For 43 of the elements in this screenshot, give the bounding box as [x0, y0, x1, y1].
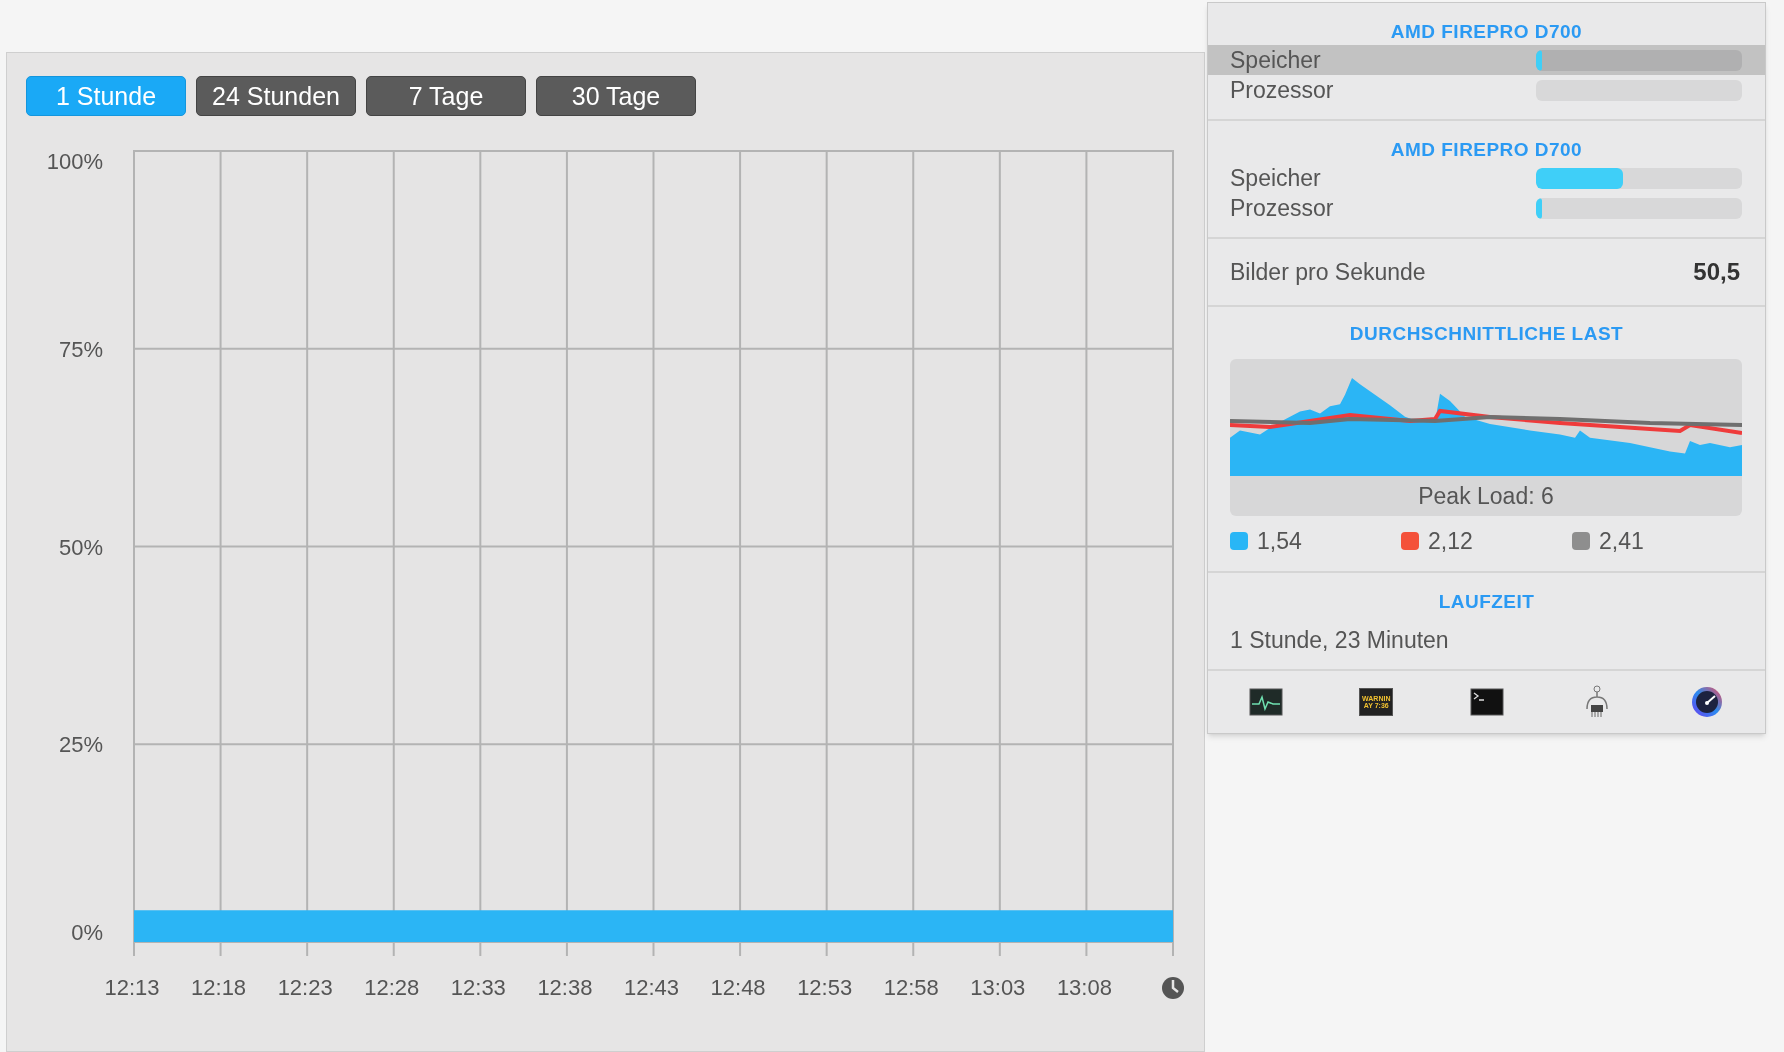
- x-axis-label: 13:08: [1056, 975, 1112, 1000]
- usage-label: Speicher: [1230, 163, 1322, 193]
- peak-load-label: Peak Load: 6: [1418, 482, 1554, 511]
- y-axis-label: 50%: [58, 534, 103, 560]
- legend-value: 2,41: [1599, 527, 1644, 556]
- y-axis-label: 75%: [58, 336, 103, 362]
- x-axis-label: 12:33: [450, 975, 506, 1000]
- x-axis-label: 12:53: [797, 975, 853, 1000]
- fps-label: Bilder pro Sekunde: [1230, 257, 1426, 287]
- y-axis-label: 25%: [58, 732, 103, 758]
- usage-label: Prozessor: [1230, 75, 1335, 105]
- section-title: AMD FIREPRO D700: [1390, 138, 1583, 162]
- y-axis-label: 0%: [71, 920, 103, 945]
- heartbeat-monitor-icon: [1249, 688, 1283, 716]
- uptime-value: 1 Stunde, 23 Minuten: [1230, 625, 1450, 655]
- terminal-icon: [1469, 688, 1504, 716]
- fps-value: 50,5: [1693, 257, 1740, 287]
- x-axis-label: 12:43: [623, 975, 680, 1000]
- legend-value: 2,12: [1428, 527, 1473, 556]
- section-title: AMD FIREPRO D700: [1390, 20, 1583, 44]
- speedometer-icon: [1691, 686, 1723, 718]
- x-axis-label: 12:38: [537, 975, 593, 1000]
- usage-row[interactable]: Speicher: [1208, 163, 1765, 193]
- y-axis-label: 100%: [46, 149, 103, 174]
- x-axis-label: 12:28: [364, 975, 420, 1000]
- x-axis-label: 12:18: [191, 975, 247, 1000]
- x-axis-label: 12:48: [710, 975, 766, 1000]
- range-tab[interactable]: 24 Stunden: [196, 76, 356, 116]
- usage-row[interactable]: Prozessor: [1208, 75, 1765, 105]
- range-tab[interactable]: 30 Tage: [536, 76, 696, 116]
- x-axis-label: 12:58: [883, 975, 939, 1000]
- usage-label: Prozessor: [1230, 193, 1335, 223]
- section-title: LAUFZEIT: [1438, 589, 1535, 614]
- x-axis-label: 12:23: [277, 975, 333, 1000]
- range-tab[interactable]: 7 Tage: [366, 76, 526, 116]
- usage-row[interactable]: Speicher: [1208, 45, 1765, 75]
- usage-label: Speicher: [1230, 45, 1322, 75]
- legend-value: 1,54: [1257, 527, 1302, 556]
- clock-icon[interactable]: [1162, 977, 1184, 999]
- usage-row[interactable]: Prozessor: [1208, 193, 1765, 223]
- section-title: DURCHSCHNITTLICHE LAST: [1349, 322, 1624, 346]
- x-axis-label: 13:03: [970, 975, 1026, 1000]
- x-axis-label: 12:13: [104, 975, 160, 1000]
